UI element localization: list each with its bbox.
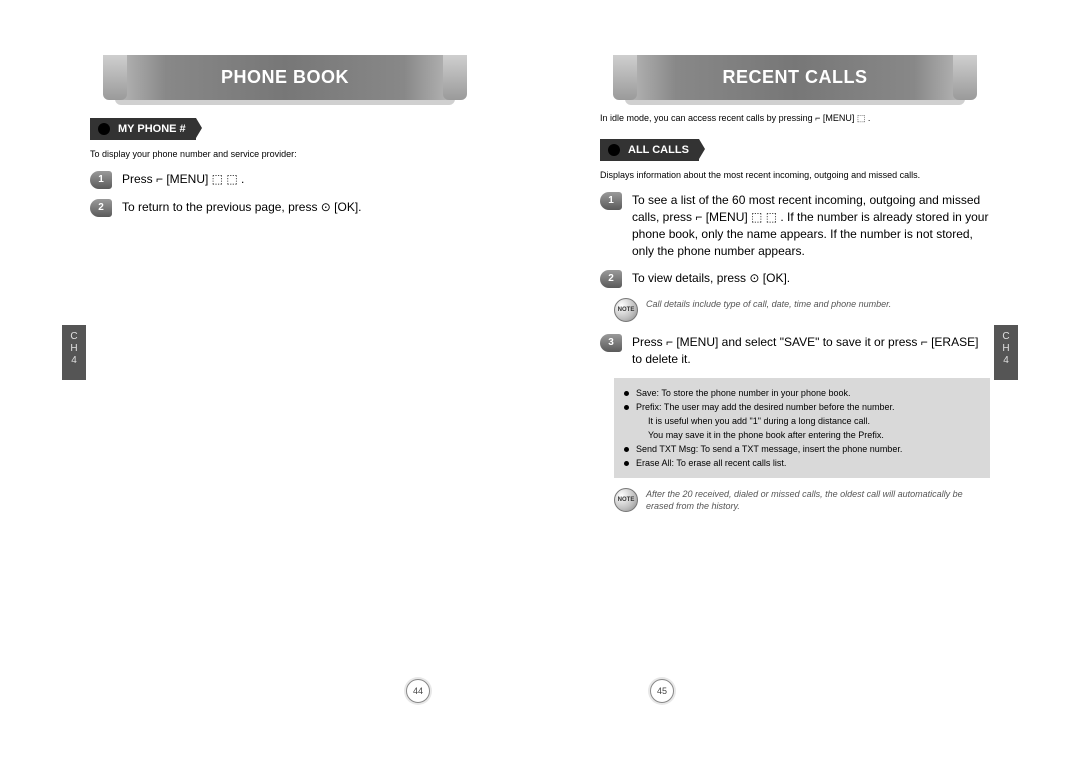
section-all-calls: ALL CALLS	[600, 139, 699, 161]
section-my-phone: MY PHONE #	[90, 118, 196, 140]
page-number-right: 45	[650, 679, 674, 703]
document-spread: PHONE BOOK MY PHONE # To display your ph…	[0, 0, 1080, 763]
step-3-right: 3 Press ⌐ [MENU] and select "SAVE" to sa…	[600, 334, 990, 368]
title-text: RECENT CALLS	[723, 67, 868, 87]
section-bullet-icon	[98, 123, 110, 135]
note-text: After the 20 received, dialed or missed …	[646, 488, 990, 512]
chapter-tab-left: C H 4	[62, 325, 86, 380]
section-bullet-icon	[608, 144, 620, 156]
step-text: Press ⌐ [MENU] and select "SAVE" to save…	[632, 334, 990, 368]
note-1: NOTE Call details include type of call, …	[614, 298, 990, 322]
option-prefix: Prefix: The user may add the desired num…	[624, 400, 980, 414]
section-label-text: ALL CALLS	[628, 140, 689, 160]
page-left: PHONE BOOK MY PHONE # To display your ph…	[0, 0, 540, 763]
step-bullet-icon: 1	[90, 171, 112, 189]
chapter-tab-right: C H 4	[994, 325, 1018, 380]
step-1-right: 1 To see a list of the 60 most recent in…	[600, 192, 990, 260]
note-icon: NOTE	[614, 488, 638, 512]
options-panel: Save: To store the phone number in your …	[614, 378, 990, 478]
idle-line: In idle mode, you can access recent call…	[600, 112, 990, 125]
page-right: RECENT CALLS In idle mode, you can acces…	[540, 0, 1080, 763]
intro-text-left: To display your phone number and service…	[90, 148, 480, 161]
option-prefix-line3: You may save it in the phone book after …	[624, 428, 980, 442]
step-bullet-icon: 2	[600, 270, 622, 288]
intro-text-right: Displays information about the most rece…	[600, 169, 990, 182]
step-text: To view details, press ⊙ [OK].	[632, 270, 790, 287]
step-text: To see a list of the 60 most recent inco…	[632, 192, 990, 260]
title-text: PHONE BOOK	[221, 67, 349, 87]
note-text: Call details include type of call, date,…	[646, 298, 891, 310]
page-number-left: 44	[406, 679, 430, 703]
option-save: Save: To store the phone number in your …	[624, 386, 980, 400]
step-2-right: 2 To view details, press ⊙ [OK].	[600, 270, 990, 288]
section-label-text: MY PHONE #	[118, 119, 186, 139]
step-bullet-icon: 3	[600, 334, 622, 352]
step-1-left: 1 Press ⌐ [MENU] ⬚ ⬚ .	[90, 171, 480, 189]
option-send-txt: Send TXT Msg: To send a TXT message, ins…	[624, 442, 980, 456]
step-2-left: 2 To return to the previous page, press …	[90, 199, 480, 217]
title-phone-book: PHONE BOOK	[115, 55, 455, 100]
step-bullet-icon: 2	[90, 199, 112, 217]
option-prefix-line2: It is useful when you add "1" during a l…	[624, 414, 980, 428]
step-text: Press ⌐ [MENU] ⬚ ⬚ .	[122, 171, 244, 188]
note-icon: NOTE	[614, 298, 638, 322]
step-text: To return to the previous page, press ⊙ …	[122, 199, 362, 216]
title-recent-calls: RECENT CALLS	[625, 55, 965, 100]
option-erase-all: Erase All: To erase all recent calls lis…	[624, 456, 980, 470]
note-2: NOTE After the 20 received, dialed or mi…	[614, 488, 990, 512]
step-bullet-icon: 1	[600, 192, 622, 210]
